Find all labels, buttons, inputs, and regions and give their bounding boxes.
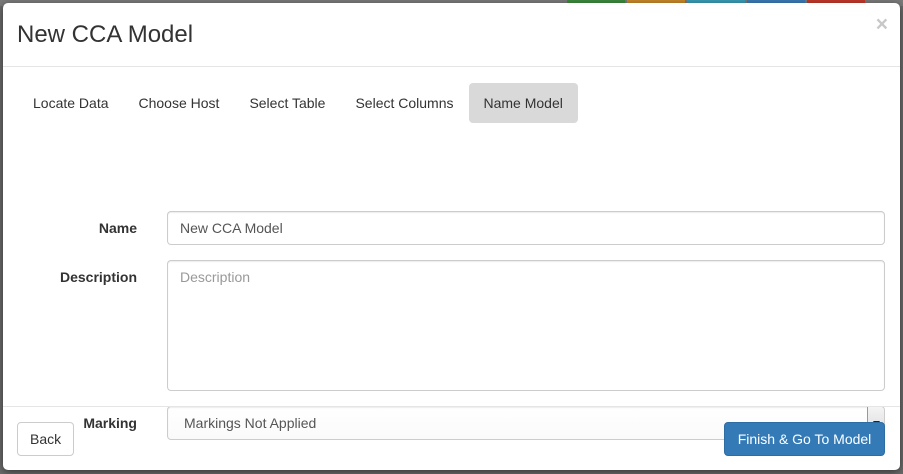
description-label: Description [59,269,137,285]
name-label: Name [98,220,137,236]
wizard-tabs: Locate Data Choose Host Select Table Sel… [18,83,578,123]
back-button[interactable]: Back [17,422,74,456]
tab-choose-host[interactable]: Choose Host [124,83,235,123]
tab-locate-data[interactable]: Locate Data [18,83,124,123]
description-textarea[interactable]: Description [167,260,885,391]
modal-footer: Back Finish & Go To Model [3,406,900,470]
name-input[interactable]: New CCA Model [167,211,885,245]
tab-select-columns[interactable]: Select Columns [340,83,468,123]
modal-title: New CCA Model [17,21,194,48]
new-model-dialog: New CCA Model × Locate Data Choose Host … [3,3,900,470]
tab-name-model[interactable]: Name Model [468,83,578,123]
tab-select-table[interactable]: Select Table [234,83,340,123]
close-icon[interactable]: × [876,14,888,35]
modal-header: New CCA Model × [3,3,900,67]
finish-button[interactable]: Finish & Go To Model [724,422,885,456]
